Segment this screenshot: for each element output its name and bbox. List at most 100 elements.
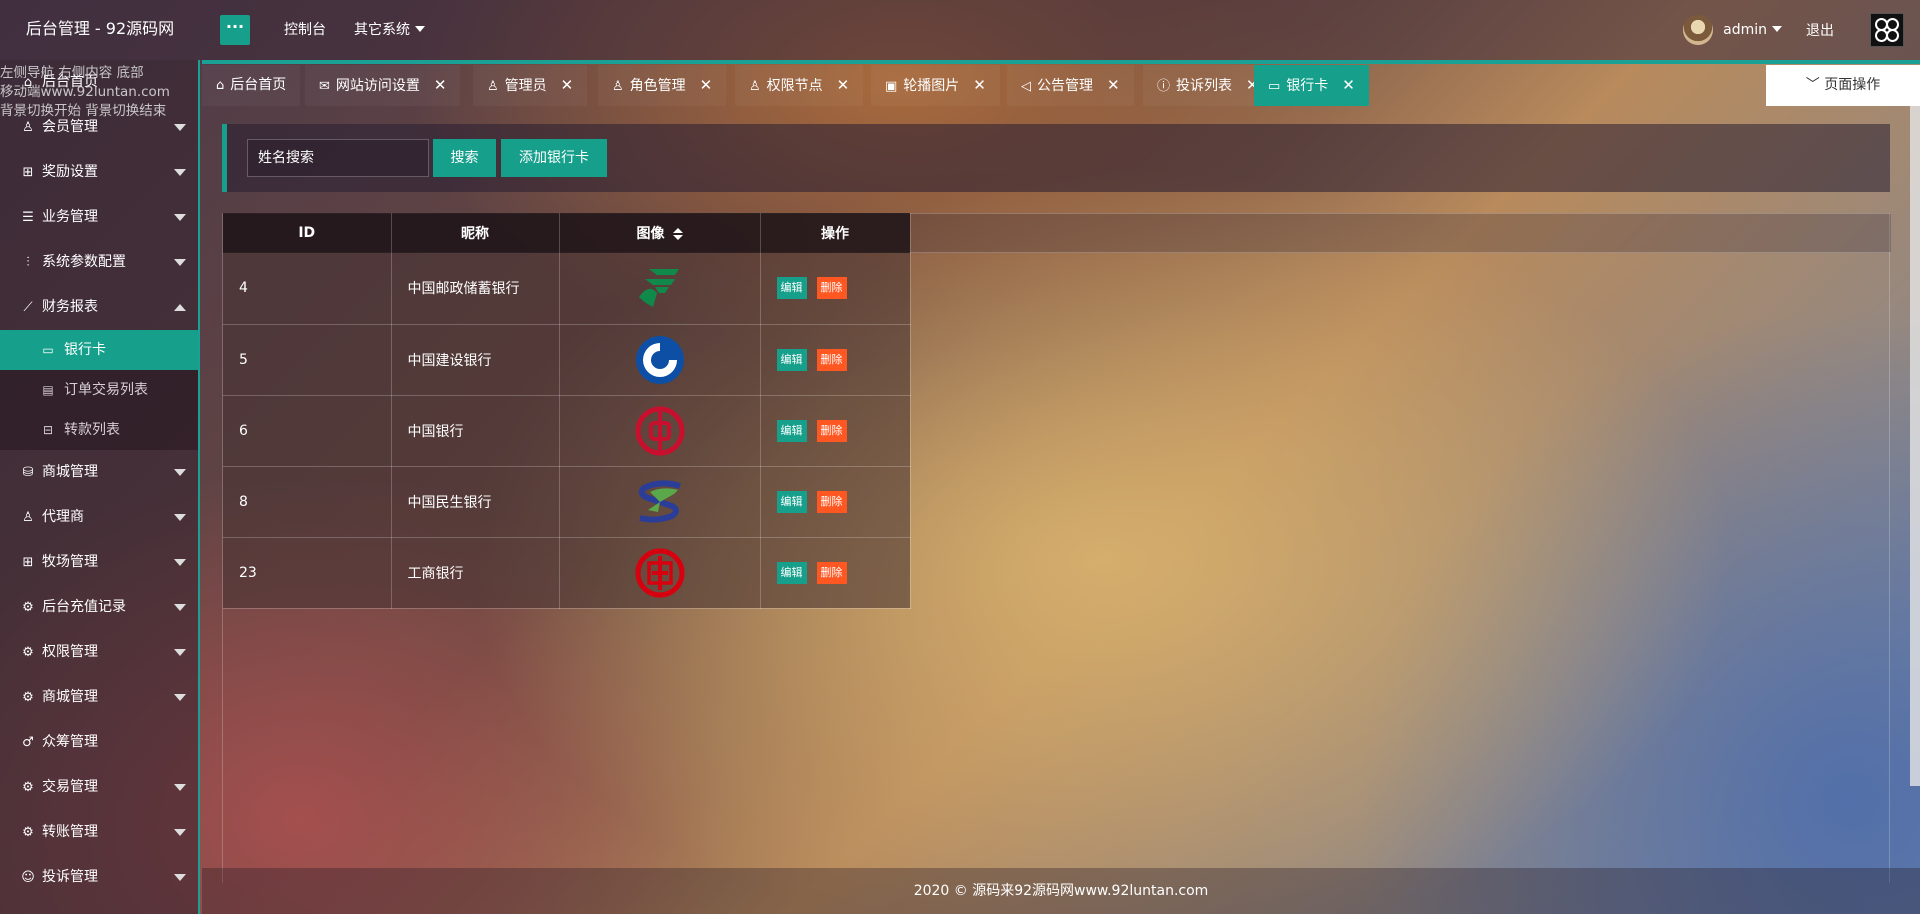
tab-home[interactable]: ⌂ 后台首页 [202,65,301,106]
close-icon[interactable]: ✕ [973,76,986,94]
sidebar-item-finance[interactable]: ⟋ 财务报表 [0,285,198,330]
close-icon[interactable]: ✕ [700,76,713,94]
sidebar: ⌂ 后台首页 ♙ 会员管理 ⊞ 奖励设置 ☰ 业务管理 ⫶ 系统参数配置 ⟋ 财务报表 ▭ 银… [0,60,200,914]
sidebar-item-label: 转账管理 [42,824,98,840]
page-scrollbar[interactable] [1910,106,1920,786]
sidebar-toggle-button[interactable]: ··· [220,15,250,45]
chart-icon: ⟋ [23,300,33,315]
nav-console[interactable]: 控制台 [270,0,340,60]
icbc-logo [635,548,684,597]
sidebar-subitem-bank-card[interactable]: ▭ 银行卡 [0,330,198,370]
boc-logo [635,406,684,455]
chevron-down-icon [174,604,186,611]
tab-site-access[interactable]: ✉ 网站访问设置 ✕ [305,65,461,106]
ccb-logo [635,335,684,384]
sidebar-item-crowdfunding[interactable]: ♂ 众筹管理 [0,720,198,765]
logout-link[interactable]: 退出 [1806,20,1834,40]
sidebar-item-label: 会员管理 [42,119,98,135]
chevron-down-icon [174,874,186,881]
sidebar-item-agents[interactable]: ♙ 代理商 [0,495,198,540]
sidebar-item-ranch[interactable]: ⊞ 牧场管理 [0,540,198,585]
delete-button[interactable]: 删除 [816,348,847,371]
edit-button[interactable]: 编辑 [776,561,807,584]
edit-button[interactable]: 编辑 [776,348,807,371]
sidebar-item-transfer-mgmt[interactable]: ⚙ 转账管理 [0,810,198,855]
tab-bar: ⌂ 后台首页 ✉ 网站访问设置 ✕ ♙ 管理员 ✕ ♙ 角色管理 ✕ ♙ 权限节点 ✕ ▣ 轮播图片… [202,60,1920,106]
gear-icon: ⚙ [22,690,34,705]
tab-announcements[interactable]: ◁ 公告管理 ✕ [1007,65,1134,106]
sidebar-item-recharge[interactable]: ⚙ 后台充值记录 [0,585,198,630]
tab-carousel[interactable]: ▣ 轮播图片 ✕ [871,65,1000,106]
gift-icon: ⊞ [22,555,34,570]
sidebar-item-shop-2[interactable]: ⚙ 商城管理 [0,675,198,720]
chevron-down-icon [174,784,186,791]
column-header-label: 图像 [636,226,665,242]
delete-button[interactable]: 删除 [816,277,847,300]
bank-card-table: ID 昵称 图像 操作 4 中国邮政储蓄银行 编辑 删除 5 中国建设银行 编辑… [223,213,911,609]
tab-label: 轮播图片 [903,78,960,94]
edit-button[interactable]: 编辑 [776,419,807,442]
sort-icon[interactable] [672,228,683,240]
top-header: 后台管理 - 92源码网 ··· 控制台 其它系统 admin 退出 [0,0,1920,60]
delete-button[interactable]: 删除 [816,561,847,584]
delete-button[interactable]: 删除 [816,419,847,442]
close-icon[interactable]: ✕ [837,76,850,94]
avatar[interactable] [1683,15,1714,45]
sidebar-item-label: 众筹管理 [42,734,98,750]
user-gear-icon: ♙ [612,79,624,94]
tab-permission-nodes[interactable]: ♙ 权限节点 ✕ [735,65,864,106]
edit-button[interactable]: 编辑 [776,490,807,513]
transfer-icon: ⊟ [42,423,54,437]
add-bank-card-button[interactable]: 添加银行卡 [501,139,607,177]
sidebar-item-rewards[interactable]: ⊞ 奖励设置 [0,150,198,195]
tab-label: 角色管理 [629,78,686,94]
sidebar-item-complaints[interactable]: ☺ 投诉管理 [0,855,198,900]
column-header-image[interactable]: 图像 [559,213,761,253]
sidebar-item-shop[interactable]: ⛁ 商城管理 [0,450,198,495]
close-icon[interactable]: ✕ [434,76,447,94]
cell-actions: 编辑 删除 [760,253,911,325]
tab-label: 网站访问设置 [335,78,420,94]
delete-button[interactable]: 删除 [816,490,847,513]
chevron-down-icon [174,124,186,131]
close-icon[interactable]: ✕ [561,76,574,94]
tab-bank-card[interactable]: ▭ 银行卡 ✕ [1254,65,1369,106]
search-button[interactable]: 搜索 [433,139,496,177]
tab-label: 银行卡 [1286,78,1329,94]
cell-actions: 编辑 删除 [760,324,911,396]
tab-admins[interactable]: ♙ 管理员 ✕ [473,65,588,106]
chevron-down-icon [174,694,186,701]
sidebar-subitem-orders[interactable]: ▤ 订单交易列表 [0,370,198,410]
user-menu[interactable]: admin [1723,22,1782,38]
table-row: 8 中国民生银行 编辑 删除 [223,466,911,538]
chevron-down-icon [174,559,186,566]
sidebar-item-business[interactable]: ☰ 业务管理 [0,195,198,240]
tab-label: 权限节点 [766,78,823,94]
close-icon[interactable]: ✕ [1107,76,1120,94]
sidebar-item-label: 奖励设置 [42,164,98,180]
edit-button[interactable]: 编辑 [776,277,807,300]
theme-fan-icon[interactable] [1870,13,1904,47]
cell-image [559,324,761,396]
sidebar-item-label: 交易管理 [42,779,98,795]
column-header-nickname: 昵称 [391,213,560,253]
sidebar-item-label: 系统参数配置 [42,254,126,270]
chevron-down-icon [174,469,186,476]
app-title: 后台管理 - 92源码网 [25,19,175,38]
tab-roles[interactable]: ♙ 角色管理 ✕ [598,65,727,106]
nav-other-systems[interactable]: 其它系统 [340,0,439,60]
close-icon[interactable]: ✕ [1342,76,1355,94]
tab-label: 投诉列表 [1176,78,1233,94]
chevron-down-icon [174,214,186,221]
sidebar-subitem-transfers[interactable]: ⊟ 转款列表 [0,410,198,450]
bank-card-table-area: ID 昵称 图像 操作 4 中国邮政储蓄银行 编辑 删除 5 中国建设银行 编辑… [222,213,1891,883]
sidebar-item-system-params[interactable]: ⫶ 系统参数配置 [0,240,198,285]
chevron-down-icon [174,649,186,656]
sidebar-item-trading[interactable]: ⚙ 交易管理 [0,765,198,810]
cell-name: 中国建设银行 [391,324,560,396]
page-operations-button[interactable]: ﹀ 页面操作 [1766,65,1920,106]
sidebar-item-permissions[interactable]: ⚙ 权限管理 [0,630,198,675]
sidebar-item-label: 商城管理 [42,464,98,480]
name-search-input[interactable] [247,139,429,177]
footer: 2020 © 源码来92源码网www.92luntan.com [202,868,1920,914]
